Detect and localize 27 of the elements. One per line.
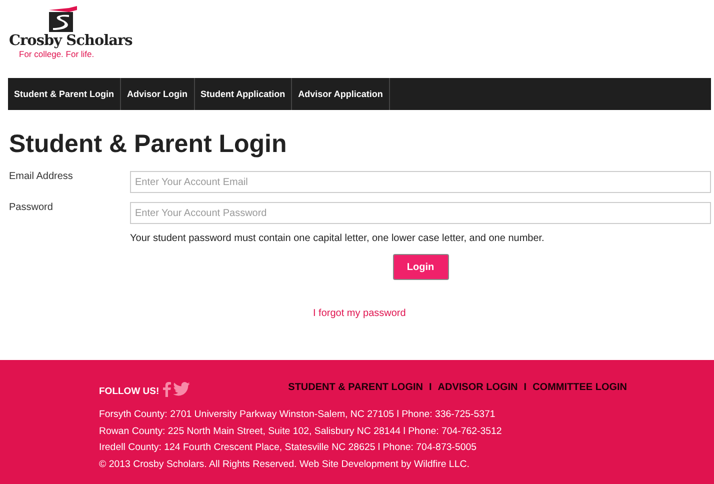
nav-item[interactable]: Advisor Login	[121, 78, 194, 110]
follow-us-label: FOLLOW US!	[99, 386, 160, 397]
logo-icon	[47, 6, 79, 32]
logo-name: Crosby Scholars	[9, 32, 132, 49]
logo-tagline: For college. For life.	[19, 49, 94, 60]
nav-item[interactable]: Advisor Application	[292, 78, 390, 110]
bird-icon[interactable]	[173, 382, 190, 396]
separator: I	[428, 382, 432, 393]
footer-link[interactable]: STUDENT & PARENT LOGIN	[288, 382, 423, 393]
password-hint: Your student password must contain one capital letter, one lower case letter, and one number.	[130, 233, 546, 244]
field-label: Password	[9, 202, 54, 213]
nav-item[interactable]: Student Application	[194, 78, 292, 110]
forgot-password-link[interactable]: I forgot my password	[313, 308, 406, 319]
separator: I	[524, 382, 527, 393]
login-button[interactable]: Login	[392, 254, 448, 280]
page-title: Student & Parent Login	[9, 130, 288, 159]
field-label: Email Address	[9, 171, 74, 182]
footer-text: Forsyth County: 2701 University Parkway Winston-Salem, NC 27105 l Phone: 336-725-5371	[99, 408, 496, 422]
footer-text: Rowan County: 225 North Main Street, Suite 102, Salisbury NC 28144 l Phone: 704-762-3512	[99, 424, 503, 438]
footer-text: © 2013 Crosby Scholars. All Rights Reserved. Web Site Development by Wildfire LLC.	[99, 458, 470, 472]
input-field[interactable]: Enter Your Account Password	[130, 202, 711, 224]
nav-item[interactable]: Student & Parent Login	[8, 78, 121, 110]
facebook-icon[interactable]	[163, 382, 172, 397]
input-field[interactable]: Enter Your Account Email	[130, 171, 711, 193]
footer-link[interactable]: COMMITTEE LOGIN	[532, 382, 628, 393]
footer-link[interactable]: ADVISOR LOGIN	[438, 382, 518, 393]
footer-text: Iredell County: 124 Fourth Crescent Place, Statesville NC 28625 l Phone: 704-873-5005	[99, 441, 478, 455]
